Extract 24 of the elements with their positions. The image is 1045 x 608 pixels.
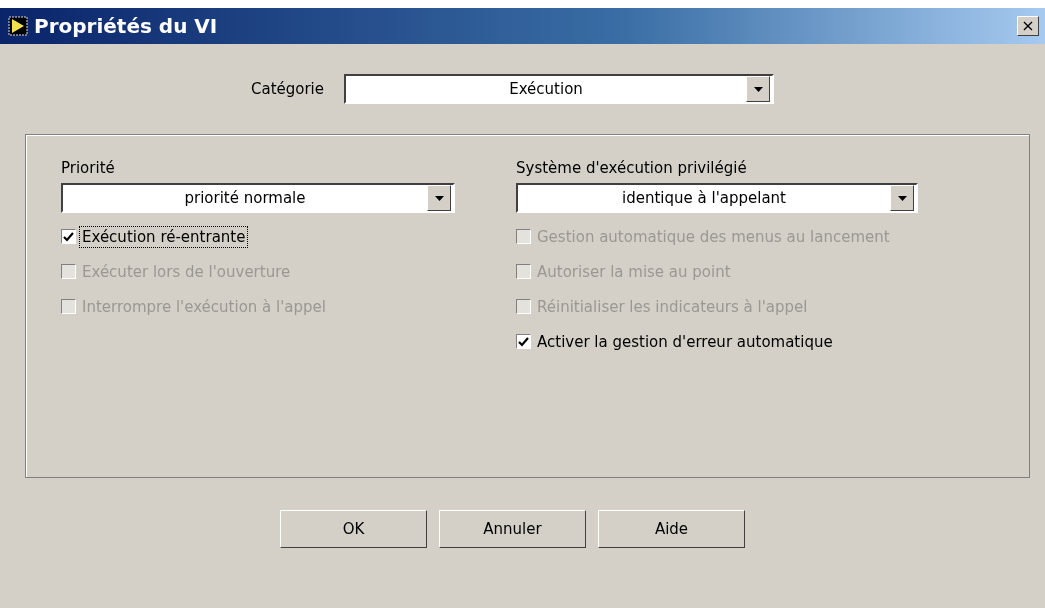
checkbox-label: Exécution ré-entrante xyxy=(80,226,248,247)
checkbox-label: Interrompre l'exécution à l'appel xyxy=(81,296,327,317)
category-label: Catégorie xyxy=(250,80,324,98)
dialog-button[interactable]: OK xyxy=(280,510,427,548)
checkbox[interactable] xyxy=(516,334,531,349)
select-dropdown[interactable]: identique à l'appelant xyxy=(516,183,918,213)
section-label: Priorité xyxy=(61,159,116,177)
checkbox-label: Gestion automatique des menus au lancement xyxy=(536,226,891,247)
checkbox-label: Réinitialiser les indicateurs à l'appel xyxy=(536,296,809,317)
close-button[interactable]: × xyxy=(1017,16,1039,36)
dialog-button[interactable]: Aide xyxy=(598,510,745,548)
dialog-button[interactable]: Annuler xyxy=(439,510,586,548)
section-label: Système d'exécution privilégié xyxy=(516,159,748,177)
select-dropdown[interactable]: priorité normale xyxy=(61,183,455,213)
caret-icon xyxy=(753,86,763,92)
category-dropdown[interactable]: Exécution xyxy=(344,74,774,104)
caret-icon xyxy=(434,195,444,201)
app-icon xyxy=(8,16,28,36)
checkbox-label: Activer la gestion d'erreur automatique xyxy=(536,331,834,352)
checkbox[interactable] xyxy=(61,229,76,244)
checkbox-label: Exécuter lors de l'ouverture xyxy=(81,261,292,282)
checkbox-label: Autoriser la mise au point xyxy=(536,261,732,282)
caret-icon xyxy=(897,195,907,201)
window-title: Propriétés du VI xyxy=(34,14,219,38)
